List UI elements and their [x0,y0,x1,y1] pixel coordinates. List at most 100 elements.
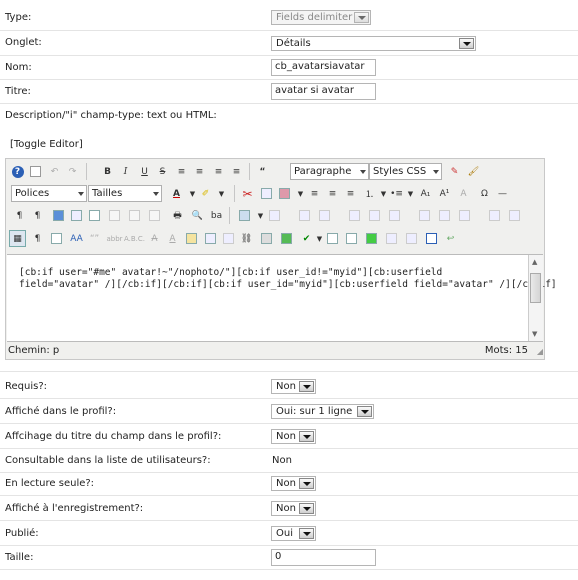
delete-row-icon[interactable] [346,207,363,224]
split-cell-icon[interactable] [416,207,433,224]
resize-handle-icon[interactable]: ◢ [537,347,543,356]
special-char-icon[interactable]: Ω [476,185,493,202]
cite-icon[interactable] [106,207,123,224]
onglet-select[interactable]: Détails [271,36,476,51]
align-left-icon[interactable]: ≡ [306,185,323,202]
insert-col-icon[interactable] [366,207,383,224]
titre-input[interactable]: avatar si avatar [271,83,376,100]
insertdatetime-icon[interactable] [343,230,360,247]
layer-icon[interactable] [202,230,219,247]
form: Type: Fields delimiter Onglet: Détails N… [0,0,578,580]
rtl-icon[interactable]: ¶ [29,207,46,224]
spellcheck-icon[interactable]: A [455,185,472,202]
add-icon[interactable] [363,230,380,247]
scroll-down-icon[interactable]: ▼ [532,330,537,338]
paste-icon[interactable] [276,185,293,202]
justify-icon[interactable]: ≡ [173,163,190,180]
redo-icon[interactable]: ↷ [64,163,81,180]
help-icon[interactable]: ? [9,163,26,180]
acronym-icon[interactable]: A.B.C. [124,230,145,247]
scrollbar-thumb[interactable] [530,273,541,303]
subscript-icon[interactable]: A₁ [417,185,434,202]
ins-icon[interactable]: A [164,230,181,247]
type-select[interactable]: Fields delimiter [271,10,371,25]
align-right-icon[interactable]: ≡ [228,163,245,180]
emotions-icon[interactable] [324,230,341,247]
outdent-icon[interactable]: ≡ [342,185,359,202]
frame-icon[interactable] [423,230,440,247]
undo-icon[interactable]: ↶ [46,163,63,180]
paint-icon[interactable]: 🖌 [465,163,482,180]
editor-content-area[interactable]: [cb:if user="#me" avatar!~"/nophoto/"][c… [7,254,557,342]
visualchars-icon[interactable] [278,230,295,247]
cut-icon[interactable]: ✂ [239,185,256,202]
scroll-up-icon[interactable]: ▲ [532,258,537,266]
chevron-down-icon[interactable]: ▼ [213,185,230,202]
copy-icon[interactable] [258,185,275,202]
toggle-editor-link[interactable]: [Toggle Editor] [10,139,83,150]
ltr-icon[interactable]: ¶ [11,207,28,224]
merge-cell-icon[interactable] [436,207,453,224]
edit-icon[interactable] [126,207,143,224]
insert-row-icon[interactable] [316,207,333,224]
superscript-icon[interactable]: A¹ [436,185,453,202]
visual-aid-icon[interactable] [486,207,503,224]
highlight-icon[interactable]: ✐ [197,185,214,202]
strikethrough-icon[interactable]: S [154,163,171,180]
table-icon[interactable] [236,207,253,224]
chevron-down-icon [459,38,474,49]
preview-icon[interactable] [146,207,163,224]
delete-col-icon[interactable] [386,207,403,224]
blockquote-icon[interactable]: “ [254,163,271,180]
size-select[interactable]: Tailles [88,185,162,202]
row-props-icon[interactable] [266,207,283,224]
del-icon[interactable]: A [146,230,163,247]
table-delete-icon[interactable] [456,207,473,224]
grid-icon[interactable]: ▦ [9,230,26,247]
back-icon[interactable]: ↩ [442,230,459,247]
link-icon[interactable]: ⛓ [238,230,255,247]
align-center-icon[interactable]: ≡ [191,163,208,180]
cell-props-icon[interactable] [296,207,313,224]
search-icon[interactable]: 🔍 [189,207,206,224]
align-left-icon[interactable]: ≡ [210,163,227,180]
print-icon[interactable]: 🖶 [169,207,186,224]
box-icon[interactable] [383,230,400,247]
replace-icon[interactable]: ba [208,207,225,224]
clear-format-icon[interactable]: ✎ [446,163,463,180]
nonbreaking-icon[interactable] [220,230,237,247]
styles-select[interactable]: Styles CSS [369,163,442,180]
fullscreen-icon[interactable] [506,207,523,224]
profil-select[interactable]: Oui: sur 1 ligne [271,404,374,419]
nom-input[interactable]: cb_avatarsiavatar [271,59,376,76]
attribs-icon[interactable] [183,230,200,247]
requis-label: Requis?: [5,381,48,392]
lecture-value: Non [276,478,296,489]
enregistrement-select[interactable]: Non [271,501,316,516]
box2-icon[interactable] [403,230,420,247]
indent-icon[interactable]: ≡ [324,185,341,202]
publie-select[interactable]: Oui [271,526,316,541]
taille-input[interactable]: 0 [271,549,376,566]
new-document-icon[interactable] [27,163,44,180]
image-icon[interactable] [50,207,67,224]
quote-icon[interactable]: “” [86,230,103,247]
style-icon[interactable]: AA [68,230,85,247]
paragraph-icon[interactable]: ¶ [29,230,46,247]
requis-select[interactable]: Non [271,379,316,394]
media-icon[interactable] [68,207,85,224]
abbr-icon[interactable] [48,230,65,247]
italic-icon[interactable]: I [117,163,134,180]
horizontal-rule-icon[interactable]: — [494,185,511,202]
template-icon[interactable] [86,207,103,224]
text-color-icon[interactable]: A [168,185,185,202]
font-select[interactable]: Polices [11,185,87,202]
abbr-text-icon[interactable]: abbr [106,230,123,247]
code-icon[interactable] [258,230,275,247]
titre-profil-select[interactable]: Non [271,429,316,444]
lecture-select[interactable]: Non [271,476,316,491]
underline-icon[interactable]: U [136,163,153,180]
format-select[interactable]: Paragraphe [290,163,369,180]
scrollbar[interactable]: ▲ ▼ [528,255,543,341]
bold-icon[interactable]: B [99,163,116,180]
